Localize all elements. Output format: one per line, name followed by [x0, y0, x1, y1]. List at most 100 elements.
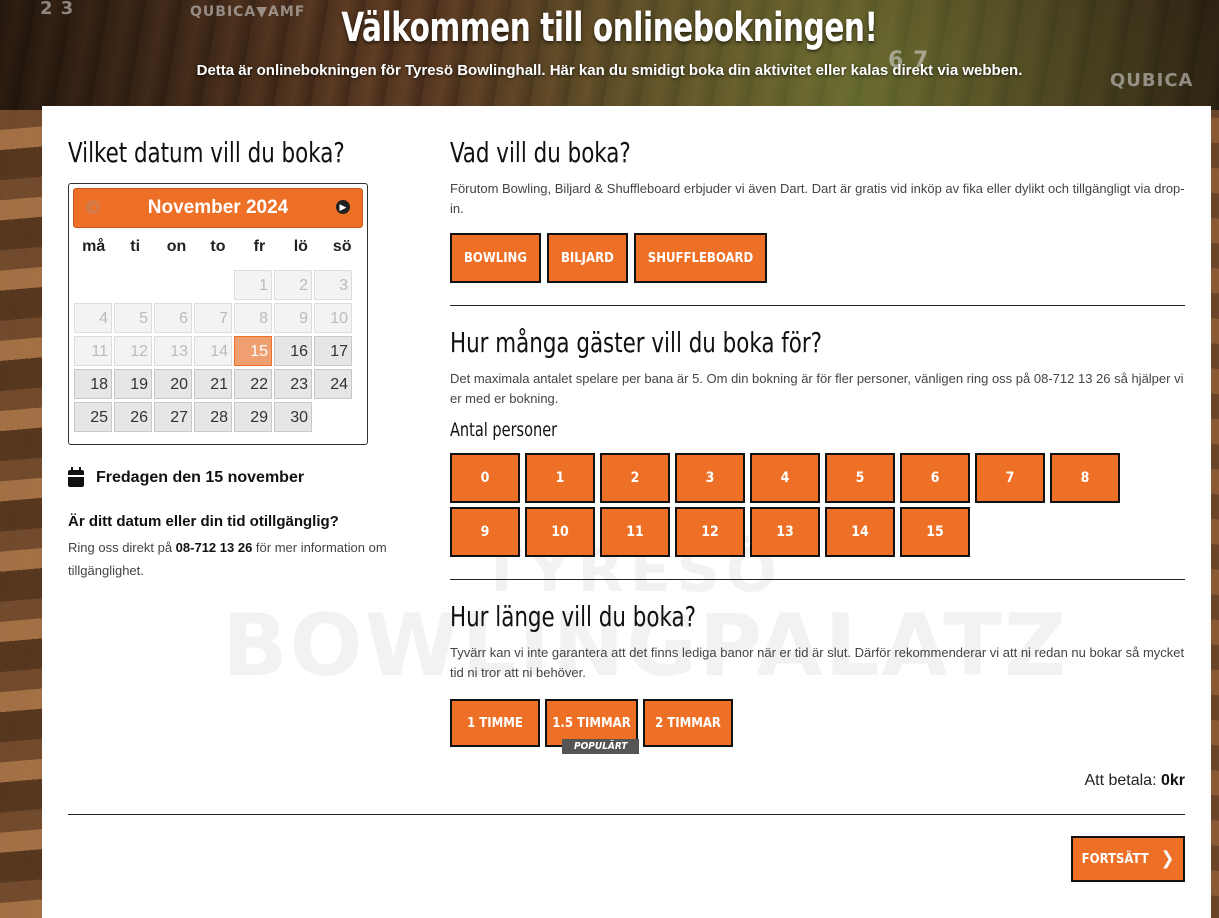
- guest-count-button[interactable]: 8: [1050, 453, 1120, 503]
- duration-2h-button[interactable]: 2 TIMMAR: [643, 699, 733, 747]
- date-section: Vilket datum vill du boka? ◀ November 20…: [68, 136, 418, 582]
- guests-description: Det maximala antalet spelare per bana är…: [450, 371, 1184, 406]
- calendar-empty-cell: [114, 270, 152, 300]
- calendar-day: 9: [274, 303, 312, 333]
- date-heading: Vilket datum vill du boka?: [68, 136, 345, 169]
- calendar-day[interactable]: 15: [234, 336, 272, 366]
- booking-panel: TYRESÖ BOWLINGPALATZ Vilket datum vill d…: [42, 106, 1211, 918]
- calendar-day[interactable]: 17: [314, 336, 352, 366]
- chevron-right-icon: ❯: [1160, 848, 1175, 869]
- next-icon[interactable]: ▶: [336, 200, 350, 214]
- calendar-day[interactable]: 25: [74, 402, 112, 432]
- calendar-grid: 1 2 3 4 5 6 7 8 9 10 11 12 13 14 15 16 17 18 19 20 21 22 23 24 2…: [74, 270, 363, 432]
- guest-count-button[interactable]: 11: [600, 507, 670, 557]
- calendar-day: 2: [274, 270, 312, 300]
- activity-heading: Vad vill du boka?: [450, 136, 631, 169]
- calendar-day[interactable]: 30: [274, 402, 312, 432]
- guest-count-button[interactable]: 0: [450, 453, 520, 503]
- prev-icon[interactable]: ◀: [86, 200, 100, 214]
- continue-label: FORTSÄTT: [1081, 851, 1149, 867]
- calendar-day[interactable]: 19: [114, 369, 152, 399]
- bowling-button[interactable]: BOWLING: [450, 233, 541, 283]
- calendar: ◀ November 2024 ▶ må ti on to fr lö sö 1234567…: [68, 183, 368, 445]
- calendar-weekday: lö: [293, 238, 308, 255]
- unavailable-question: Är ditt datum eller din tid otillgänglig…: [68, 513, 339, 530]
- calendar-day[interactable]: 23: [274, 369, 312, 399]
- guest-count-button[interactable]: 9: [450, 507, 520, 557]
- calendar-day[interactable]: 20: [154, 369, 192, 399]
- calendar-day: 6: [154, 303, 192, 333]
- calendar-weekday: to: [210, 238, 226, 255]
- section-divider: [450, 579, 1185, 580]
- page-header: Välkommen till onlinebokningen! Detta är…: [0, 0, 1219, 106]
- calendar-day[interactable]: 28: [194, 402, 232, 432]
- guest-count-button[interactable]: 4: [750, 453, 820, 503]
- guests-count-label: Antal personer: [450, 419, 558, 441]
- page-title: Välkommen till onlinebokningen!: [341, 5, 878, 51]
- calendar-header: ◀ November 2024 ▶: [73, 188, 363, 228]
- calendar-day: 7: [194, 303, 232, 333]
- biljard-button[interactable]: BILJARD: [546, 233, 628, 283]
- duration-1h-button[interactable]: 1 TIMME: [450, 699, 540, 747]
- guest-count-button[interactable]: 13: [750, 507, 820, 557]
- calendar-day[interactable]: 22: [234, 369, 272, 399]
- calendar-day: 11: [74, 336, 112, 366]
- guest-count-button[interactable]: 5: [825, 453, 895, 503]
- calendar-weekday: ti: [130, 238, 141, 255]
- guest-count-button[interactable]: 12: [675, 507, 745, 557]
- calendar-day: 8: [234, 303, 272, 333]
- calendar-weekday: sö: [332, 238, 352, 255]
- calendar-day[interactable]: 24: [314, 369, 352, 399]
- guests-count-options: 0 1 2 3 4 5 6 7 8 9 10 11 12 13 14 15: [450, 453, 1185, 557]
- guest-count-button[interactable]: 15: [900, 507, 970, 557]
- popular-badge: POPULÄRT: [562, 739, 640, 754]
- guest-count-button[interactable]: 2: [600, 453, 670, 503]
- options-section: Vad vill du boka? Förutom Bowling, Bilja…: [450, 136, 1185, 754]
- payment-summary: Att betala: 0kr: [1084, 772, 1185, 790]
- calendar-weekdays: må ti on to fr lö sö: [73, 238, 363, 264]
- calendar-weekday: fr: [253, 238, 266, 255]
- calendar-day[interactable]: 29: [234, 402, 272, 432]
- continue-button[interactable]: FORTSÄTT ❯: [1071, 836, 1185, 882]
- calendar-icon: [68, 466, 84, 487]
- calendar-day[interactable]: 16: [274, 336, 312, 366]
- calendar-day[interactable]: 26: [114, 402, 152, 432]
- calendar-month-label: November 2024: [147, 197, 289, 218]
- calendar-empty-cell: [194, 270, 232, 300]
- guest-count-button[interactable]: 14: [825, 507, 895, 557]
- guest-count-button[interactable]: 3: [675, 453, 745, 503]
- calendar-day: 5: [114, 303, 152, 333]
- guest-count-button[interactable]: 1: [525, 453, 595, 503]
- selected-date: Fredagen den 15 november: [68, 466, 418, 487]
- page-subtitle: Detta är onlinebokningen för Tyresö Bowl…: [196, 62, 1023, 79]
- calendar-day[interactable]: 18: [74, 369, 112, 399]
- background-lane-left: [0, 110, 42, 918]
- duration-heading: Hur länge vill du boka?: [450, 600, 696, 633]
- section-divider: [450, 305, 1185, 306]
- activity-options: BOWLING BILJARD SHUFFLEBOARD: [450, 233, 1185, 283]
- calendar-day[interactable]: 21: [194, 369, 232, 399]
- unavailable-text: Ring oss direkt på 08-712 13 26 för mer …: [68, 536, 418, 582]
- shuffleboard-button[interactable]: SHUFFLEBOARD: [633, 233, 768, 283]
- guest-count-button[interactable]: 7: [975, 453, 1045, 503]
- footer-divider: [68, 814, 1185, 815]
- calendar-empty-cell: [314, 402, 352, 432]
- guests-heading: Hur många gäster vill du boka för?: [450, 326, 823, 359]
- calendar-day[interactable]: 27: [154, 402, 192, 432]
- duration-description: Tyvärr kan vi inte garantera att det fin…: [450, 645, 1185, 680]
- selected-date-text: Fredagen den 15 november: [96, 469, 305, 486]
- calendar-empty-cell: [154, 270, 192, 300]
- calendar-day: 14: [194, 336, 232, 366]
- calendar-day: 1: [234, 270, 272, 300]
- calendar-day: 10: [314, 303, 352, 333]
- payment-amount: 0kr: [1160, 772, 1185, 789]
- guest-count-button[interactable]: 6: [900, 453, 970, 503]
- calendar-weekday: må: [82, 238, 106, 255]
- guest-count-button[interactable]: 10: [525, 507, 595, 557]
- activity-description: Förutom Bowling, Biljard & Shuffleboard …: [450, 181, 1185, 216]
- unavailable-text-before: Ring oss direkt på: [68, 540, 176, 555]
- phone-number[interactable]: 08-712 13 26: [176, 540, 253, 555]
- calendar-day: 12: [114, 336, 152, 366]
- payment-label: Att betala:: [1084, 772, 1157, 789]
- calendar-weekday: on: [166, 238, 187, 255]
